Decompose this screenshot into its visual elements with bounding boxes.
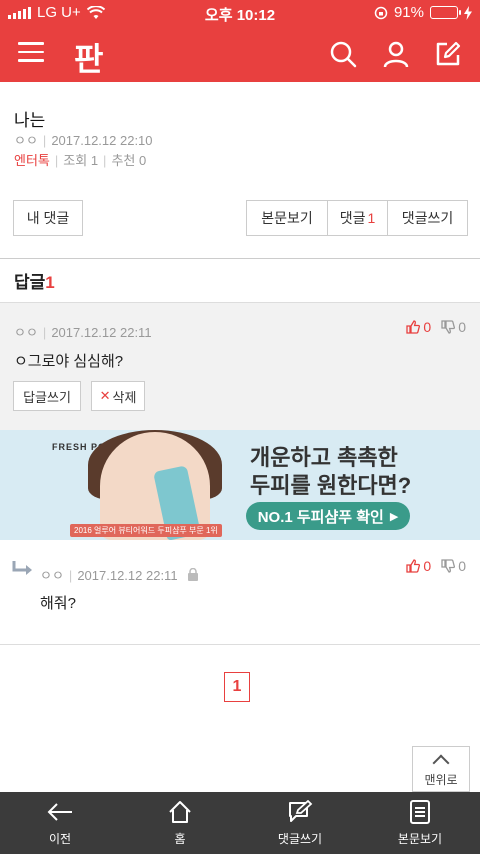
like-count: 0 xyxy=(423,558,432,574)
back-arrow-icon xyxy=(47,802,72,821)
thumbs-down-icon xyxy=(441,559,456,573)
ad-cta-label: NO.1 두피샴푸 확인 xyxy=(257,508,384,526)
post-views: 조회 1 xyxy=(63,153,99,168)
post-author[interactable]: ㅇㅇ xyxy=(14,133,38,148)
reply-button[interactable]: 답글쓰기 xyxy=(13,381,81,411)
nav-home[interactable]: 홈 xyxy=(120,792,240,854)
ad-banner[interactable]: FRESH POP 2016 얼루어 뷰티어워드 두피샴푸 부문 1위 개운하고… xyxy=(0,430,480,540)
page-number-current[interactable]: 1 xyxy=(224,672,250,702)
replies-label: 답글 xyxy=(14,273,46,292)
chevron-right-icon: ▶ xyxy=(389,510,399,523)
comment-votes: 0 0 xyxy=(406,558,466,574)
replies-heading: 답글1 xyxy=(14,268,55,293)
bottom-nav: 이전 홈 댓글쓰기 본문보기 xyxy=(0,792,480,854)
nav-home-label: 홈 xyxy=(174,831,186,846)
comments-button[interactable]: 댓글 1 xyxy=(327,200,388,236)
comment-votes: 0 0 xyxy=(406,319,466,335)
close-icon: ✕ xyxy=(99,388,111,403)
app-logo[interactable]: 판 xyxy=(74,34,103,80)
write-comment-button[interactable]: 댓글쓰기 xyxy=(387,200,468,236)
divider xyxy=(0,258,480,259)
thumbs-down-icon xyxy=(441,320,456,334)
thumbs-up-icon xyxy=(406,320,421,334)
comment-write-icon xyxy=(289,799,313,822)
dislike-button[interactable]: 0 xyxy=(441,319,466,335)
reply-arrow-icon xyxy=(12,561,32,575)
delete-label: 삭제 xyxy=(112,389,137,405)
user-icon[interactable] xyxy=(382,40,410,68)
dislike-count: 0 xyxy=(458,558,466,574)
replies-count: 1 xyxy=(45,273,55,292)
nav-write-comment-label: 댓글쓰기 xyxy=(277,831,323,846)
nav-write-comment[interactable]: 댓글쓰기 xyxy=(240,792,360,854)
scroll-to-top-button[interactable]: 맨위로 xyxy=(412,746,470,792)
ad-cta-button[interactable]: NO.1 두피샴푸 확인 ▶ xyxy=(246,502,410,530)
app-header: 판 xyxy=(0,26,480,82)
post-recommends: 추천 0 xyxy=(111,153,147,168)
comment-author[interactable]: ㅇㅇ xyxy=(40,568,64,583)
comment-text: ㅇ그로야 심심해? xyxy=(14,353,124,370)
post-title: 나는 xyxy=(14,111,46,130)
comment-item: ㅇㅇ | 2017.12.12 22:11 0 0 ㅇ그로야 심심해? 답글쓰기 ✕… xyxy=(0,302,480,430)
dislike-count: 0 xyxy=(458,319,466,335)
nav-back-label: 이전 xyxy=(48,831,72,846)
charging-icon xyxy=(464,5,472,20)
my-comments-button[interactable]: 내 댓글 xyxy=(13,200,83,236)
divider xyxy=(0,644,480,645)
post-stats: 엔터톡 | 조회 1 | 추천 0 xyxy=(14,153,147,168)
dislike-button[interactable]: 0 xyxy=(441,558,466,574)
nav-view-post-label: 본문보기 xyxy=(397,831,443,846)
comment-text: 해줘? xyxy=(40,595,76,612)
view-post-button[interactable]: 본문보기 xyxy=(246,200,328,236)
post-meta: ㅇㅇ | 2017.12.12 22:10 xyxy=(14,133,153,148)
battery-icon xyxy=(430,6,461,19)
nav-view-post[interactable]: 본문보기 xyxy=(360,792,480,854)
search-icon[interactable] xyxy=(329,40,357,68)
comment-date: 2017.12.12 22:11 xyxy=(51,325,152,340)
ad-award: 2016 얼루어 뷰티어워드 두피샴푸 부문 1위 xyxy=(70,524,222,537)
comment-meta: ㅇㅇ | 2017.12.12 22:11 xyxy=(14,325,152,340)
home-icon xyxy=(169,800,191,823)
like-count: 0 xyxy=(423,319,432,335)
document-icon xyxy=(410,799,430,824)
menu-icon[interactable] xyxy=(18,42,44,64)
comments-count: 1 xyxy=(367,210,376,226)
like-button[interactable]: 0 xyxy=(406,558,431,574)
post-category[interactable]: 엔터톡 xyxy=(14,153,50,168)
thumbs-up-icon xyxy=(406,559,421,573)
delete-button[interactable]: ✕ 삭제 xyxy=(91,381,145,411)
comments-label: 댓글 xyxy=(339,210,366,226)
comment-date: 2017.12.12 22:11 xyxy=(77,568,178,583)
edit-icon[interactable] xyxy=(434,40,462,68)
battery-percent: 91% xyxy=(393,4,424,21)
ad-headline-2: 두피를 원한다면? xyxy=(250,473,412,498)
lock-icon xyxy=(188,567,199,581)
chevron-up-icon xyxy=(432,754,450,771)
nav-back[interactable]: 이전 xyxy=(0,792,120,854)
rotation-lock-icon xyxy=(374,6,388,19)
status-bar: LG U+ 오후 10:12 91% xyxy=(0,0,480,26)
like-button[interactable]: 0 xyxy=(406,319,431,335)
comment-meta: ㅇㅇ | 2017.12.12 22:11 xyxy=(40,565,199,584)
comment-author[interactable]: ㅇㅇ xyxy=(14,325,38,340)
post-date: 2017.12.12 22:10 xyxy=(51,133,153,148)
scroll-to-top-label: 맨위로 xyxy=(424,772,458,787)
